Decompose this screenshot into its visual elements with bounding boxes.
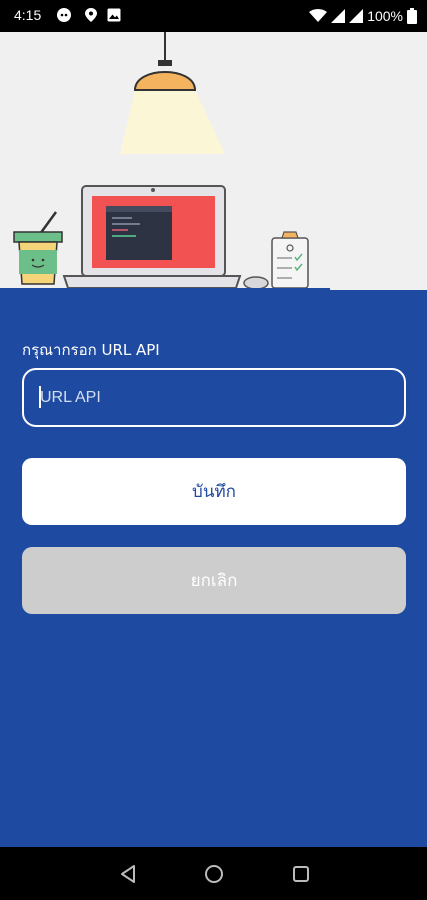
hero-illustration [0,32,427,290]
status-time: 4:15 [14,7,42,23]
code-window [106,206,172,260]
recents-icon[interactable] [290,863,312,885]
cancel-button[interactable]: ยกเลิก [22,547,406,614]
wifi-icon [309,9,328,22]
cup-lid [13,231,63,243]
url-api-label: กรุณากรอก URL API [22,341,160,359]
back-icon[interactable] [117,863,139,885]
reddit-icon [57,8,71,22]
status-bar: 4:15 100% [0,0,427,32]
system-nav-bar [0,847,427,900]
lamp-light-beam [120,90,225,154]
signal-icon [331,9,346,23]
code-window-title [106,206,172,212]
cup-straw [38,211,58,235]
workspace-illustration [0,32,330,290]
url-api-input[interactable] [22,368,406,427]
url-form-panel: กรุณากรอก URL API บันทึก ยกเลิก [0,290,427,847]
battery-icon [407,8,417,24]
cup-sleeve [19,250,57,274]
home-icon[interactable] [203,863,225,885]
save-button[interactable]: บันทึก [22,458,406,525]
lamp-shade [133,71,197,91]
status-right: 100% [309,6,417,26]
image-icon [107,8,121,22]
lamp-cap [158,60,172,66]
mouse [243,276,269,290]
laptop-camera [151,188,155,192]
battery-percent: 100% [367,8,403,24]
location-icon [85,8,97,22]
clipboard-clip [281,231,299,239]
laptop-base [62,275,242,289]
text-caret [39,386,41,408]
signal-icon-2 [349,9,364,23]
